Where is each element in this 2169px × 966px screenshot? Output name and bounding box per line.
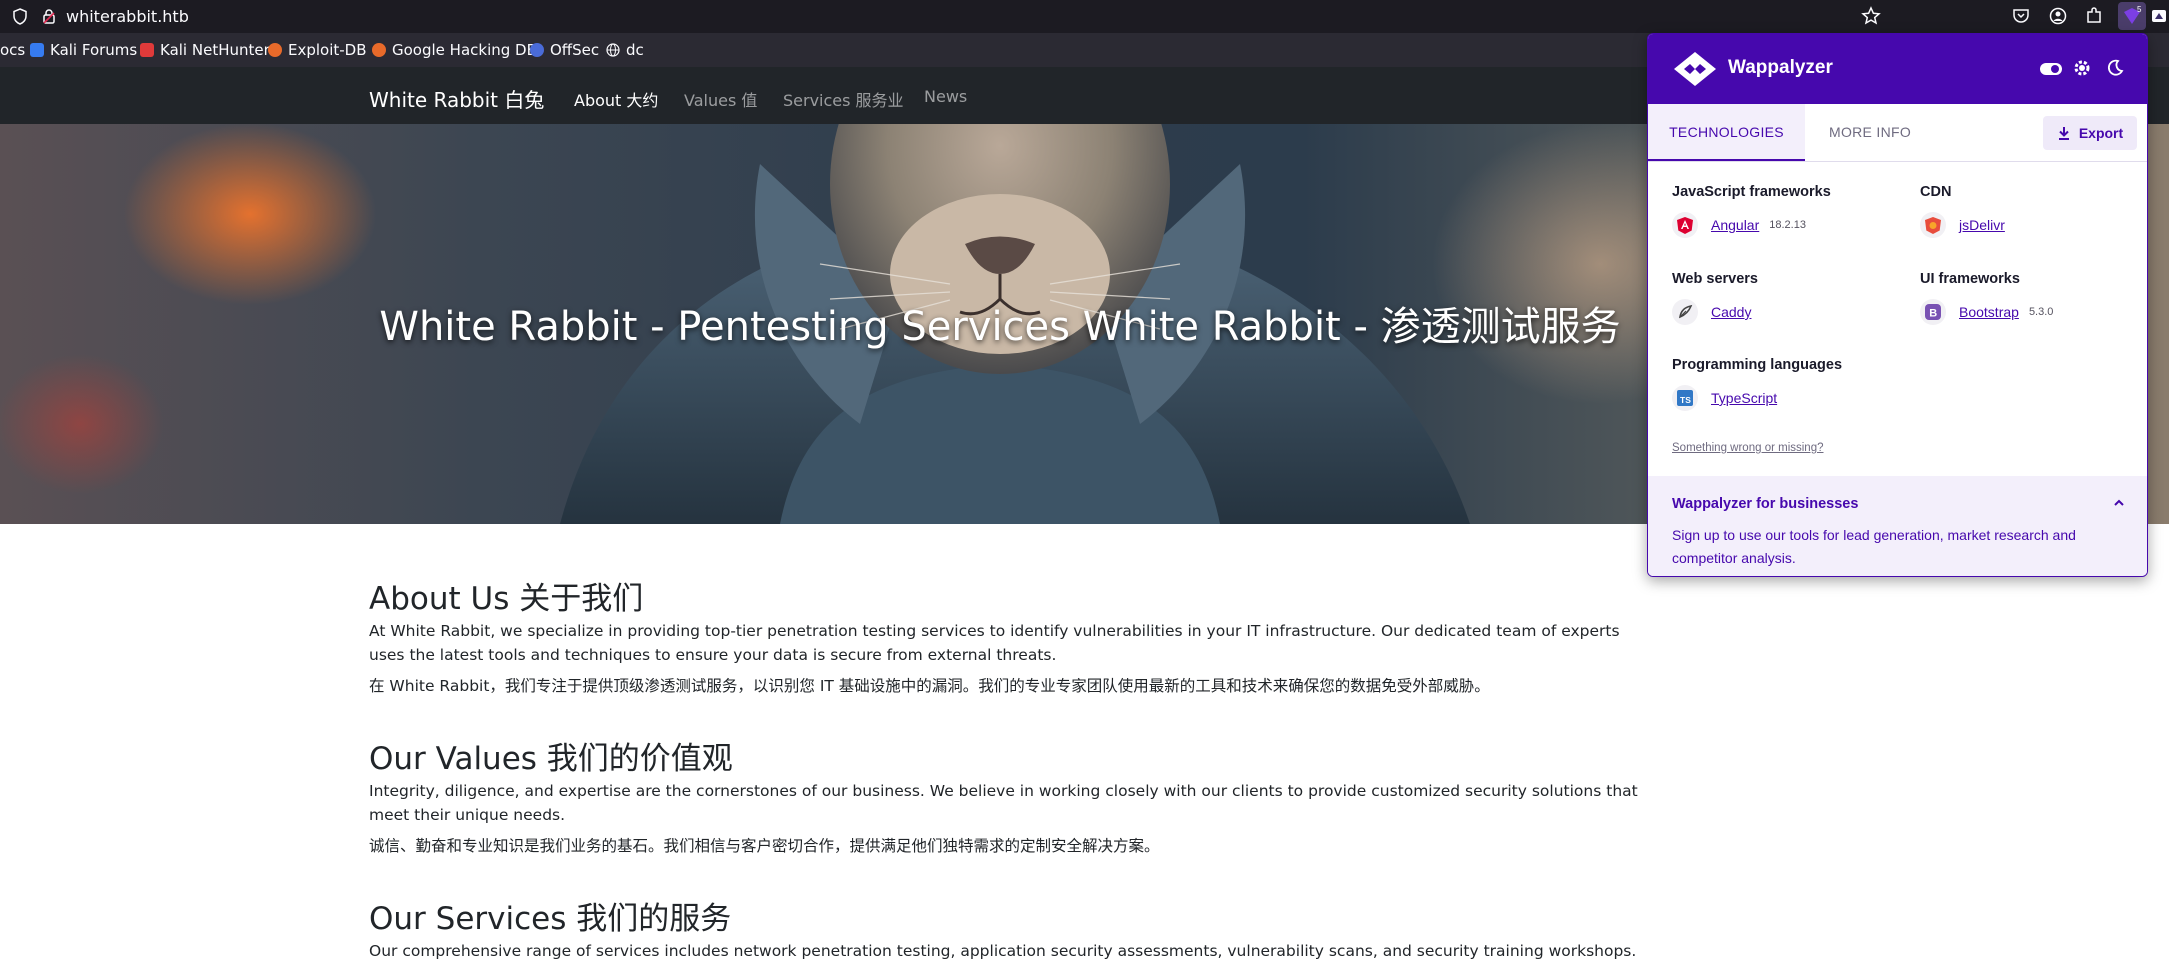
category-javascript-frameworks: JavaScript frameworks [1672, 184, 1831, 200]
about-heading: About Us 关于我们 [369, 581, 644, 617]
bookmark-docs[interactable]: ocs [0, 41, 25, 59]
nav-about[interactable]: About 大约 [574, 87, 658, 111]
about-text-en: At White Rabbit, we specialize in provid… [369, 622, 1620, 664]
services-heading: Our Services 我们的服务 [369, 901, 732, 937]
values-heading: Our Values 我们的价值观 [369, 741, 733, 777]
tech-bootstrap: B Bootstrap 5.3.0 [1920, 299, 2053, 325]
jsdelivr-icon [1920, 212, 1946, 238]
bookmark-offsec[interactable]: OffSec [530, 41, 599, 59]
offsec-icon [530, 43, 544, 57]
bookmark-label: ocs [0, 41, 26, 59]
typescript-icon: TS [1672, 385, 1698, 411]
export-button[interactable]: Export [2043, 116, 2137, 150]
nethunter-icon [140, 43, 154, 57]
globe-icon [606, 43, 620, 57]
wappalyzer-businesses-panel: Wappalyzer for businesses Sign up to use… [1648, 476, 2147, 576]
bookmark-exploit-db[interactable]: Exploit-DB [268, 41, 367, 59]
tracking-protection-shield-icon[interactable] [12, 8, 28, 25]
tech-caddy: Caddy [1672, 299, 1751, 325]
tech-typescript: TS TypeScript [1672, 385, 1777, 411]
bookmark-label: Kali Forums [50, 41, 138, 59]
category-cdn: CDN [1920, 184, 1952, 200]
category-ui-frameworks: UI frameworks [1920, 271, 2020, 287]
bookmark-label: Exploit-DB [288, 41, 367, 59]
wappalyzer-popup: Wappalyzer TECHNOLOGIES MORE INFO Export… [1647, 33, 2148, 577]
tech-name-link[interactable]: jsDelivr [1959, 217, 2005, 233]
pocket-icon[interactable] [2012, 7, 2030, 25]
overflow-menu-icon[interactable] [2150, 7, 2168, 25]
tech-name-link[interactable]: Bootstrap [1959, 304, 2019, 320]
site-brand[interactable]: White Rabbit 白兔 [369, 84, 544, 113]
extension-badge: 5 [2137, 5, 2142, 14]
about-text-zh: 在 White Rabbit，我们专注于提供顶级渗透测试服务，以识别您 IT 基… [369, 677, 1490, 695]
export-label: Export [2078, 125, 2124, 141]
tech-version: 18.2.13 [1769, 219, 1806, 231]
bookmark-kali-nethunter[interactable]: Kali NetHunter [140, 41, 270, 59]
wappalyzer-logo-icon [1674, 52, 1716, 86]
tech-jsdelivr: jsDelivr [1920, 212, 2005, 238]
tech-name-link[interactable]: TypeScript [1711, 390, 1777, 406]
nav-services[interactable]: Services 服务业 [783, 87, 904, 111]
something-wrong-link[interactable]: Something wrong or missing? [1672, 442, 1824, 454]
settings-gear-icon[interactable] [2073, 59, 2091, 77]
tech-name-link[interactable]: Caddy [1711, 304, 1751, 320]
nav-values[interactable]: Values 值 [684, 87, 757, 111]
wappalyzer-header: Wappalyzer [1648, 34, 2147, 104]
angular-icon [1672, 212, 1698, 238]
svg-text:TS: TS [1680, 395, 1691, 405]
bookmark-label: Google Hacking DB [392, 41, 537, 59]
download-icon [2058, 127, 2069, 140]
wappalyzer-brand: Wappalyzer [1728, 57, 1833, 78]
businesses-title[interactable]: Wappalyzer for businesses [1672, 496, 1858, 512]
bookmark-label: OffSec [550, 41, 600, 59]
tech-angular: Angular 18.2.13 [1672, 212, 1806, 238]
dark-mode-moon-icon[interactable] [2106, 59, 2124, 77]
chevron-up-icon[interactable] [2113, 498, 2125, 508]
bookmark-star-icon[interactable] [1861, 6, 1881, 26]
bookmark-google-hacking-db[interactable]: Google Hacking DB [372, 41, 537, 59]
businesses-text: Sign up to use our tools for lead genera… [1672, 527, 2076, 566]
bookmark-label: Kali NetHunter [160, 41, 270, 59]
toggle-switch-icon[interactable] [2040, 62, 2062, 76]
extensions-icon[interactable] [2085, 7, 2103, 25]
tech-version: 5.3.0 [2028, 306, 2054, 318]
bookmark-kali-forums[interactable]: Kali Forums [30, 41, 137, 59]
wappalyzer-extension-button[interactable]: 5 [2118, 2, 2146, 30]
services-text-en: Our comprehensive range of services incl… [369, 942, 1637, 960]
category-web-servers: Web servers [1672, 271, 1758, 287]
category-programming-languages: Programming languages [1672, 357, 1843, 373]
browser-toolbar: whiterabbit.htb 5 [0, 0, 2169, 33]
values-text-zh: 诚信、勤奋和专业知识是我们业务的基石。我们相信与客户密切合作，提供满足他们独特需… [369, 837, 1160, 855]
tab-technologies[interactable]: TECHNOLOGIES [1648, 104, 1805, 161]
tech-name-link[interactable]: Angular [1711, 217, 1759, 233]
exploit-db-icon [268, 43, 282, 57]
values-text-en: Integrity, diligence, and expertise are … [369, 782, 1638, 824]
bookmark-dc[interactable]: dc [606, 41, 644, 59]
svg-text:B: B [1929, 308, 1937, 320]
wappalyzer-extension-icon: 5 [2124, 5, 2142, 24]
caddy-icon [1672, 299, 1698, 325]
tab-more-info[interactable]: MORE INFO [1805, 104, 1935, 160]
bootstrap-icon: B [1920, 299, 1946, 325]
account-icon[interactable] [2049, 7, 2067, 25]
bookmark-label: dc [626, 41, 644, 59]
kali-dragon-icon [30, 43, 44, 57]
url-field[interactable]: whiterabbit.htb [66, 7, 189, 26]
ghdb-icon [372, 43, 386, 57]
page-info-lock-icon[interactable] [42, 8, 56, 25]
nav-news[interactable]: News [924, 87, 967, 106]
